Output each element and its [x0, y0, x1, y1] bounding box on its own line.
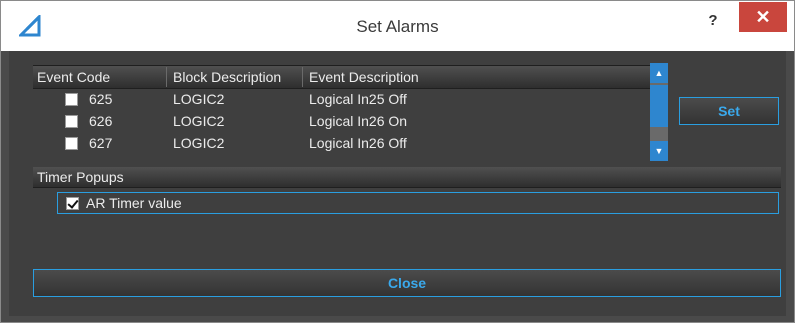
timer-popups-header: Timer Popups [33, 167, 781, 188]
events-table: Event Code Block Description Event Descr… [33, 65, 653, 161]
table-row[interactable]: 627 LOGIC2 Logical In26 Off [33, 133, 653, 155]
set-alarms-window: Set Alarms ? ✕ Event Code Block Descript… [0, 0, 795, 323]
block-description-cell: LOGIC2 [173, 113, 225, 129]
timer-item-label: AR Timer value [86, 195, 182, 211]
column-header-event-code[interactable]: Event Code [37, 69, 110, 85]
row-checkbox[interactable] [65, 93, 78, 106]
table-scrollbar[interactable]: ▲ ▼ [650, 63, 668, 161]
row-checkbox[interactable] [65, 137, 78, 150]
event-description-cell: Logical In26 Off [309, 135, 407, 151]
set-button[interactable]: Set [679, 97, 779, 125]
table-header: Event Code Block Description Event Descr… [33, 65, 653, 89]
table-row[interactable]: 626 LOGIC2 Logical In26 On [33, 111, 653, 133]
event-code-cell: 627 [89, 135, 113, 151]
checkmark-icon [67, 197, 79, 209]
timer-popups-title: Timer Popups [37, 169, 124, 185]
dialog-content: Event Code Block Description Event Descr… [9, 51, 786, 316]
scrollbar-thumb[interactable] [650, 85, 668, 127]
scroll-down-icon[interactable]: ▼ [650, 141, 668, 161]
title-bar: Set Alarms ? ✕ [1, 1, 794, 51]
table-row[interactable]: 625 LOGIC2 Logical In25 Off [33, 89, 653, 111]
column-header-event-description[interactable]: Event Description [302, 67, 419, 87]
block-description-cell: LOGIC2 [173, 91, 225, 107]
column-header-block-description[interactable]: Block Description [166, 67, 281, 87]
timer-checkbox[interactable] [66, 197, 79, 210]
event-description-cell: Logical In25 Off [309, 91, 407, 107]
close-button[interactable]: Close [33, 269, 781, 297]
scroll-up-icon[interactable]: ▲ [650, 63, 668, 83]
timer-popup-item[interactable]: AR Timer value [57, 192, 779, 214]
window-title: Set Alarms [356, 17, 439, 36]
row-checkbox[interactable] [65, 115, 78, 128]
event-description-cell: Logical In26 On [309, 113, 408, 129]
block-description-cell: LOGIC2 [173, 135, 225, 151]
event-code-cell: 625 [89, 91, 113, 107]
window-close-button[interactable]: ✕ [739, 2, 787, 32]
help-button[interactable]: ? [701, 10, 725, 32]
table-body: 625 LOGIC2 Logical In25 Off 626 LOGIC2 L… [33, 89, 653, 155]
event-code-cell: 626 [89, 113, 113, 129]
